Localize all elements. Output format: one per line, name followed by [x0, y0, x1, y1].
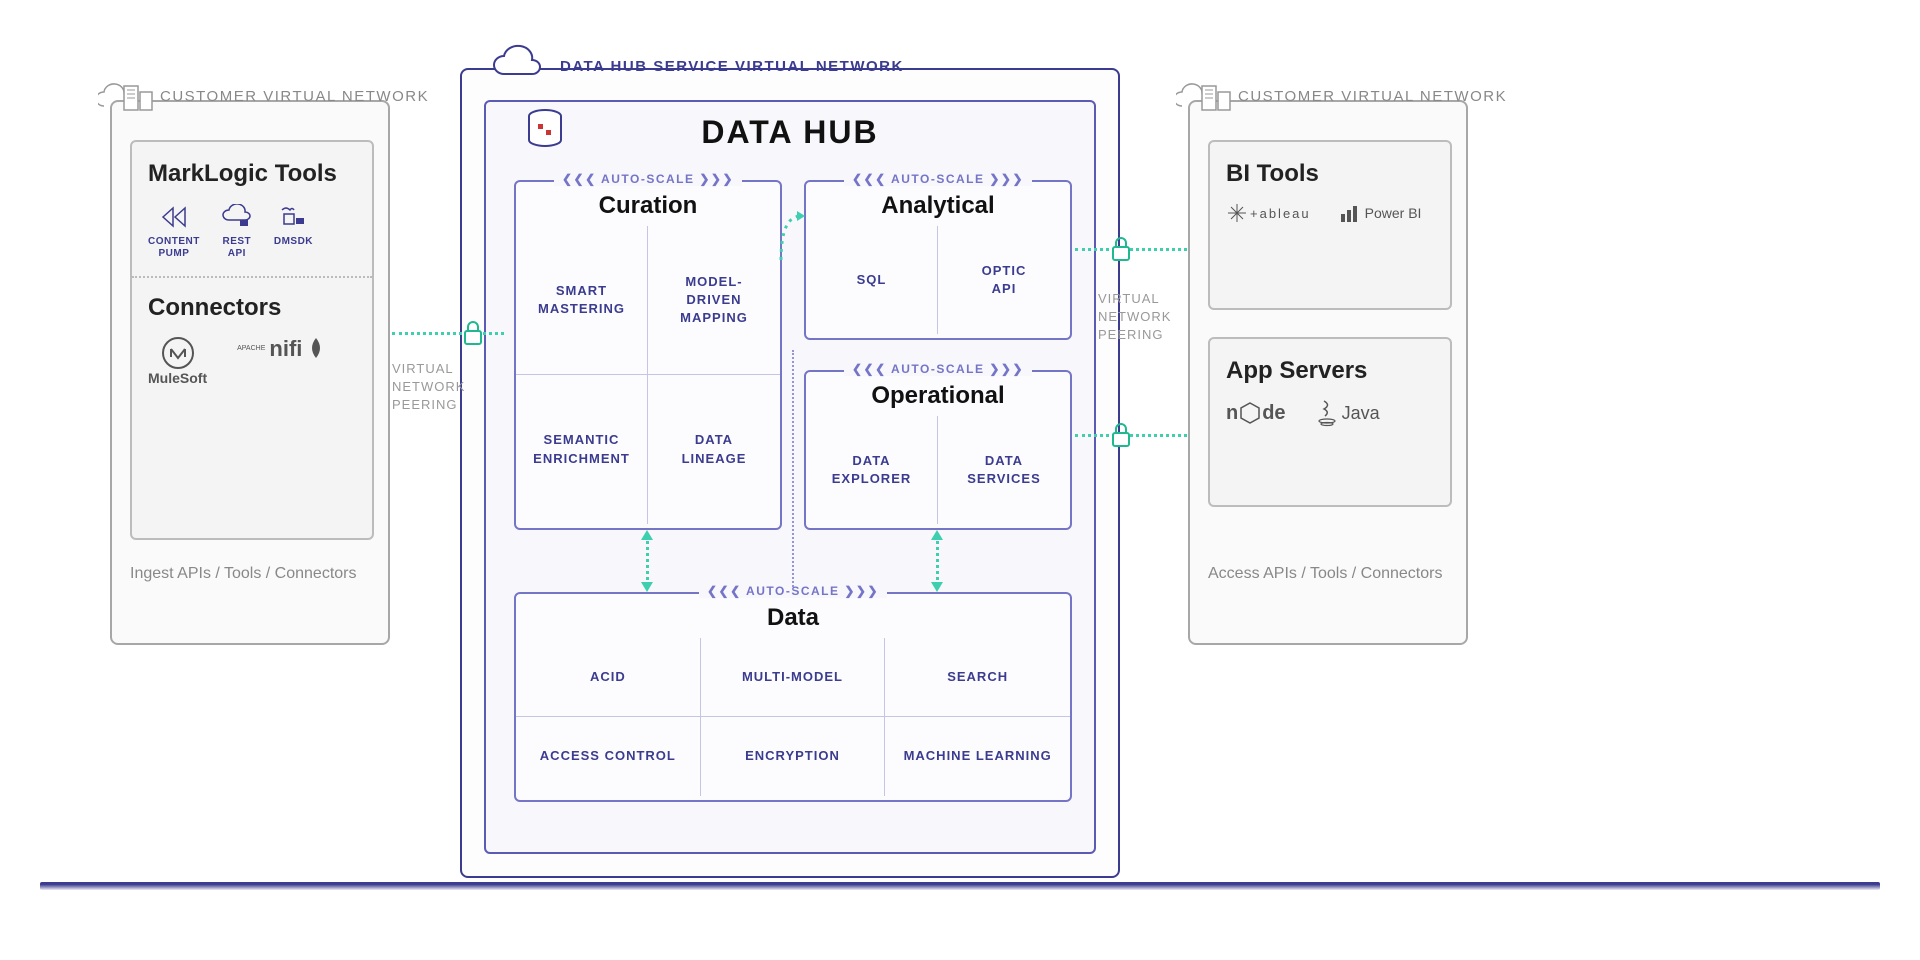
cell: ACID — [516, 638, 701, 717]
panel-title: Connectors — [148, 294, 356, 322]
nifi-icon — [306, 336, 326, 362]
baseline — [40, 882, 1880, 890]
app-server-label: Java — [1342, 403, 1380, 424]
tool-label: DMSDK — [274, 236, 313, 248]
content-pump-icon — [160, 202, 188, 232]
rest-api-icon — [222, 202, 252, 232]
cell: SMART MASTERING — [516, 226, 648, 375]
cell: SEARCH — [885, 638, 1070, 717]
connector-line — [646, 534, 649, 588]
customer-network-right: BI Tools +ableau Power BI App Servers n … — [1188, 100, 1468, 645]
cell: DATA LINEAGE — [648, 375, 780, 524]
cell: MACHINE LEARNING — [885, 717, 1070, 796]
tool-content-pump: CONTENT PUMP — [148, 202, 200, 260]
module-operational: AUTO-SCALE Operational DATA EXPLORER DAT… — [804, 370, 1072, 530]
bi-tool-label: +ableau — [1250, 206, 1311, 221]
cloud-icon — [490, 44, 546, 82]
connector-row: MuleSoft APACHE nifi — [148, 336, 356, 386]
data-hub-title: DATA HUB — [486, 114, 1094, 151]
tool-row: CONTENT PUMP REST API DMSDK — [148, 202, 356, 260]
panel-title: MarkLogic Tools — [148, 160, 356, 188]
peering-label: VIRTUAL NETWORK PEERING — [392, 360, 465, 415]
arrow-down-icon — [641, 582, 653, 592]
autoscale-tag: AUTO-SCALE — [844, 362, 1032, 376]
dmsdk-icon — [278, 202, 308, 232]
cloud-building-icon — [98, 78, 158, 118]
network-label: CUSTOMER VIRTUAL NETWORK — [1238, 88, 1507, 105]
connector-line — [936, 534, 939, 588]
module-title: Curation — [516, 192, 780, 220]
powerbi-icon — [1339, 202, 1361, 224]
cell: DATA SERVICES — [938, 416, 1070, 524]
lock-icon — [462, 320, 484, 346]
module-title: Operational — [806, 382, 1070, 410]
module-data: AUTO-SCALE Data ACID MULTI-MODEL SEARCH … — [514, 592, 1072, 802]
java-icon — [1316, 399, 1338, 427]
bi-tools-panel: BI Tools +ableau Power BI — [1208, 140, 1452, 310]
cell: SEMANTIC ENRICHMENT — [516, 375, 648, 524]
cell: OPTIC API — [938, 226, 1070, 334]
panel-title: App Servers — [1226, 357, 1434, 385]
node-icon — [1240, 402, 1260, 424]
lock-icon — [1110, 422, 1132, 448]
module-analytical: AUTO-SCALE Analytical SQL OPTIC API — [804, 180, 1072, 340]
bi-tool-tableau: +ableau — [1226, 202, 1311, 224]
dhs-network: DATA HUB AUTO-SCALE Curation SMART MASTE… — [460, 68, 1120, 878]
cell: DATA EXPLORER — [806, 416, 938, 524]
lock-icon — [1110, 236, 1132, 262]
connector-mulesoft: MuleSoft — [148, 336, 207, 386]
app-servers-panel: App Servers n de Java — [1208, 337, 1452, 507]
peering-label: VIRTUAL NETWORK PEERING — [1098, 290, 1171, 345]
module-curation: AUTO-SCALE Curation SMART MASTERING MODE… — [514, 180, 782, 530]
arrow-up-icon — [931, 530, 943, 540]
tool-dmsdk: DMSDK — [274, 202, 313, 248]
arrow-down-icon — [931, 582, 943, 592]
arrow-up-icon — [641, 530, 653, 540]
bi-tool-label: Power BI — [1365, 205, 1422, 221]
marklogic-tools-panel: MarkLogic Tools CONTENT PUMP REST API — [130, 140, 374, 540]
apache-label: APACHE — [237, 346, 265, 352]
footer-text: Access APIs / Tools / Connectors — [1208, 565, 1442, 583]
mulesoft-icon — [161, 336, 195, 370]
panel-title: BI Tools — [1226, 160, 1434, 188]
bi-tool-powerbi: Power BI — [1339, 202, 1422, 224]
tableau-icon — [1226, 202, 1248, 224]
separator — [132, 276, 372, 278]
module-title: Analytical — [806, 192, 1070, 220]
dhs-label: DATA HUB SERVICE VIRTUAL NETWORK — [560, 58, 904, 75]
module-title: Data — [516, 604, 1070, 632]
cell: ACCESS CONTROL — [516, 717, 701, 796]
connector-nifi: APACHE nifi — [237, 336, 326, 362]
cell: MODEL- DRIVEN MAPPING — [648, 226, 780, 375]
cloud-building-icon — [1176, 78, 1236, 118]
connector-curve — [779, 210, 807, 266]
tool-label: CONTENT PUMP — [148, 236, 200, 260]
tool-label: REST API — [223, 236, 252, 260]
app-server-node: n de — [1226, 402, 1286, 425]
peering-connector-left — [392, 332, 504, 335]
connector-label: nifi — [269, 336, 302, 362]
cell: SQL — [806, 226, 938, 334]
cell: ENCRYPTION — [701, 717, 886, 796]
autoscale-tag: AUTO-SCALE — [554, 172, 742, 186]
app-server-label: n — [1226, 402, 1238, 425]
tool-rest-api: REST API — [222, 202, 252, 260]
cell: MULTI-MODEL — [701, 638, 886, 717]
connector-label: MuleSoft — [148, 370, 207, 386]
customer-network-left: MarkLogic Tools CONTENT PUMP REST API — [110, 100, 390, 645]
app-server-java: Java — [1316, 399, 1380, 427]
autoscale-tag: AUTO-SCALE — [844, 172, 1032, 186]
app-server-label: de — [1262, 402, 1285, 425]
footer-text: Ingest APIs / Tools / Connectors — [130, 565, 357, 583]
network-label: CUSTOMER VIRTUAL NETWORK — [160, 88, 429, 105]
internal-connector — [792, 350, 794, 590]
